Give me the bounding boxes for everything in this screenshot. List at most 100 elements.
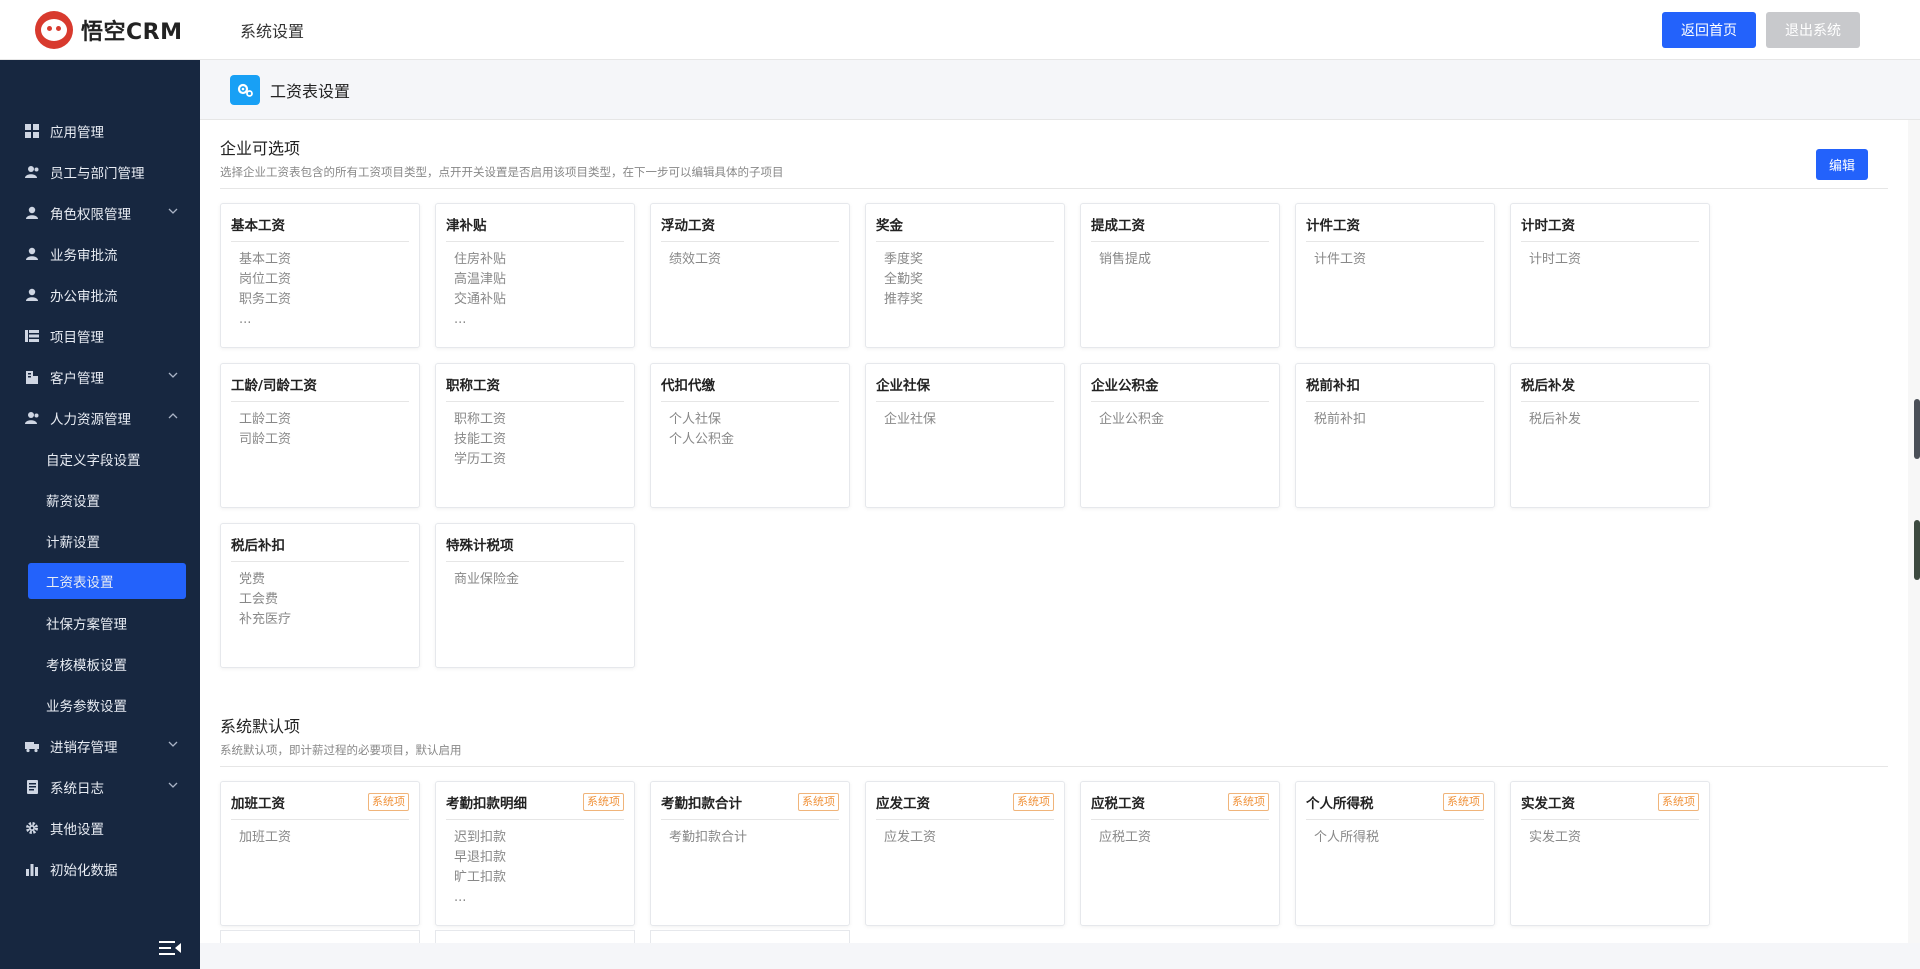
logo[interactable]: 悟空CRM bbox=[0, 0, 200, 60]
salary-item-card[interactable]: 计件工资 计件工资 bbox=[1295, 203, 1495, 348]
card-subitem: 季度奖 bbox=[884, 252, 924, 267]
salary-item-card[interactable]: 考勤扣款明细 系统项 迟到扣款 早退扣款 旷工扣款... bbox=[435, 781, 635, 926]
card-subitem: 岗位工资 bbox=[239, 272, 292, 287]
scroll-handle[interactable] bbox=[1914, 520, 1920, 580]
card-header: 实发工资 系统项 bbox=[1521, 792, 1699, 820]
sidebar-item-label: 初始化数据 bbox=[50, 862, 118, 879]
sidebar-item-5[interactable]: 项目管理 bbox=[0, 315, 200, 356]
chevron-down-icon bbox=[168, 204, 178, 217]
card-subitem: 住房补贴 bbox=[454, 252, 507, 267]
sidebar-subitem-2[interactable]: 计薪设置 bbox=[0, 520, 200, 561]
card-subitem: 司龄工资 bbox=[239, 432, 292, 447]
card-title: 应发工资 bbox=[876, 796, 930, 812]
sidebar-subitem-5[interactable]: 考核模板设置 bbox=[0, 643, 200, 684]
salary-item-card[interactable]: 工龄/司龄工资 工龄工资 司龄工资 bbox=[220, 363, 420, 508]
sidebar-subitem-4[interactable]: 社保方案管理 bbox=[0, 602, 200, 643]
sidebar-item-after-1[interactable]: 系统日志 bbox=[0, 766, 200, 807]
card-subitem: 个人社保 bbox=[669, 412, 722, 427]
card-subitem: 实发工资 bbox=[1529, 830, 1582, 845]
sidebar-subitem-6[interactable]: 业务参数设置 bbox=[0, 684, 200, 725]
salary-item-card[interactable]: 应税工资 系统项 应税工资 bbox=[1080, 781, 1280, 926]
sidebar-item-7[interactable]: 人力资源管理 bbox=[0, 397, 200, 438]
salary-item-card[interactable]: 浮动工资 绩效工资 bbox=[650, 203, 850, 348]
salary-item-card[interactable]: 奖金 季度奖 全勤奖 推荐奖 bbox=[865, 203, 1065, 348]
sidebar-subitem-3[interactable]: 工资表设置 bbox=[28, 563, 186, 599]
sidebar-item-3[interactable]: 业务审批流 bbox=[0, 233, 200, 274]
system-tag-badge: 系统项 bbox=[1013, 793, 1054, 811]
salary-item-card[interactable]: 津补贴住房补贴 高温津贴 交通补贴... bbox=[435, 203, 635, 348]
sidebar-item-0[interactable]: 应用管理 bbox=[0, 110, 200, 151]
salary-item-card[interactable]: 代扣代缴 个人社保 个人公积金 bbox=[650, 363, 850, 508]
sidebar-item-label: 项目管理 bbox=[50, 329, 104, 346]
card-subitem: 计件工资 bbox=[1314, 252, 1367, 267]
card-subitems: 住房补贴 高温津贴 交通补贴... bbox=[446, 242, 624, 330]
settings-content: 企业可选项 选择企业工资表包含的所有工资项目类型，点开开关设置是否启用该项目类型… bbox=[200, 120, 1908, 943]
logout-button[interactable]: 退出系统 bbox=[1766, 11, 1860, 48]
card-subitems: 迟到扣款 早退扣款 旷工扣款... bbox=[446, 820, 624, 908]
card-subitems: 计件工资 bbox=[1306, 242, 1484, 270]
collapse-menu-icon[interactable] bbox=[158, 939, 182, 957]
partial-card bbox=[435, 930, 635, 943]
system-tag-badge: 系统项 bbox=[1443, 793, 1484, 811]
sidebar-subitem-0[interactable]: 自定义字段设置 bbox=[0, 438, 200, 479]
edit-button[interactable]: 编辑 bbox=[1816, 149, 1868, 180]
card-header: 基本工资 bbox=[231, 214, 409, 242]
card-header: 税后补扣 bbox=[231, 534, 409, 562]
salary-item-card[interactable]: 企业公积金 企业公积金 bbox=[1080, 363, 1280, 508]
card-header: 奖金 bbox=[876, 214, 1054, 242]
salary-item-card[interactable]: 职称工资 职称工资 技能工资 学历工资 bbox=[435, 363, 635, 508]
salary-item-card[interactable]: 计时工资 计时工资 bbox=[1510, 203, 1710, 348]
card-title: 加班工资 bbox=[231, 796, 285, 812]
salary-item-card[interactable]: 实发工资 系统项实发工资 bbox=[1510, 781, 1710, 926]
salary-item-card[interactable]: 提成工资 销售提成 bbox=[1080, 203, 1280, 348]
sidebar-item-after-3[interactable]: 初始化数据 bbox=[0, 848, 200, 889]
enterprise-section-title: 企业可选项 bbox=[220, 139, 301, 158]
salary-item-card[interactable]: 个人所得税 系统项 个人所得税 bbox=[1295, 781, 1495, 926]
salary-item-card[interactable]: 加班工资 系统项 加班工资 bbox=[220, 781, 420, 926]
scroll-handle[interactable] bbox=[1914, 399, 1920, 459]
sidebar-subitem-1[interactable]: 薪资设置 bbox=[0, 479, 200, 520]
salary-item-card[interactable]: 税后补发 税后补发 bbox=[1510, 363, 1710, 508]
enterprise-section-header: 企业可选项 选择企业工资表包含的所有工资项目类型，点开开关设置是否启用该项目类型… bbox=[220, 135, 1888, 189]
return-home-button[interactable]: 返回首页 bbox=[1662, 11, 1756, 48]
sidebar-item-after-2[interactable]: 其他设置 bbox=[0, 807, 200, 848]
sidebar-item-2[interactable]: 角色权限管理 bbox=[0, 192, 200, 233]
card-subitem: 全勤奖 bbox=[884, 272, 924, 287]
salary-item-card[interactable]: 税后补扣 党费 工会费 补充医疗 bbox=[220, 523, 420, 668]
system-tag-badge: 系统项 bbox=[583, 793, 624, 811]
card-subitem: 早退扣款 bbox=[454, 850, 507, 865]
sidebar-item-label: 业务审批流 bbox=[50, 247, 118, 264]
card-subitems: 加班工资 bbox=[231, 820, 409, 848]
salary-item-card[interactable]: 应发工资 系统项 应发工资 bbox=[865, 781, 1065, 926]
card-subitem: 应发工资 bbox=[884, 830, 937, 845]
user-icon bbox=[24, 287, 40, 303]
card-subitem: 商业保险金 bbox=[454, 572, 520, 587]
salary-item-card[interactable]: 考勤扣款合计 系统项 考勤扣款合计 bbox=[650, 781, 850, 926]
enterprise-cards: 基本工资 基本工资 岗位工资 职务工资... 津补贴 住房补贴 高温津贴 交通补贴... 浮动工… bbox=[220, 203, 1740, 683]
salary-item-card[interactable]: 税前补扣 税前补扣 bbox=[1295, 363, 1495, 508]
salary-item-card[interactable]: 特殊计税项 商业保险金 bbox=[435, 523, 635, 668]
card-subitem: ... bbox=[454, 890, 467, 905]
salary-item-card[interactable]: 企业社保 企业社保 bbox=[865, 363, 1065, 508]
system-tag-badge: 系统项 bbox=[1228, 793, 1269, 811]
card-title: 津补贴 bbox=[446, 218, 487, 234]
chevron-down-icon bbox=[168, 737, 178, 750]
card-subitem: 工会费 bbox=[239, 592, 279, 607]
card-header: 代扣代缴 bbox=[661, 374, 839, 402]
gear-icon bbox=[24, 820, 40, 836]
card-title: 应税工资 bbox=[1091, 796, 1145, 812]
sidebar-item-after-0[interactable]: 进销存管理 bbox=[0, 725, 200, 766]
sidebar-item-1[interactable]: 员工与部门管理 bbox=[0, 151, 200, 192]
card-subitems: 季度奖 全勤奖 推荐奖 bbox=[876, 242, 1054, 310]
salary-item-card[interactable]: 基本工资 基本工资 岗位工资 职务工资... bbox=[220, 203, 420, 348]
page-title: 工资表设置 bbox=[270, 81, 351, 101]
card-subitem: 考勤扣款合计 bbox=[669, 830, 748, 845]
card-subitem: 学历工资 bbox=[454, 452, 507, 467]
system-cards: 加班工资 系统项 加班工资 考勤扣款明细 系统项 迟到扣款 早退扣款 旷工扣款... 考勤扣款合… bbox=[220, 781, 1740, 941]
sidebar-item-6[interactable]: 客户管理 bbox=[0, 356, 200, 397]
card-subitems: 企业社保 bbox=[876, 402, 1054, 430]
sidebar-item-4[interactable]: 办公审批流 bbox=[0, 274, 200, 315]
card-subitems: 商业保险金 bbox=[446, 562, 624, 590]
card-subitem: 应税工资 bbox=[1099, 830, 1152, 845]
card-header: 税后补发 bbox=[1521, 374, 1699, 402]
